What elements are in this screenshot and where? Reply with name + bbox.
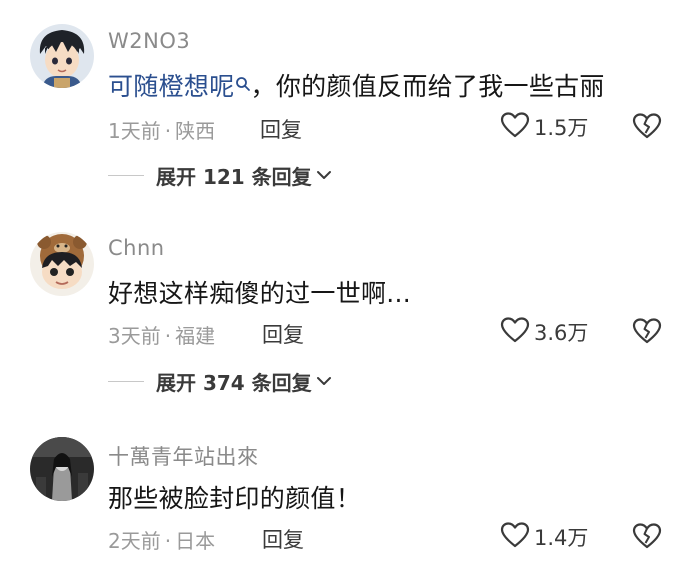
expand-replies-button[interactable]: 展开 121 条回复: [108, 161, 332, 190]
broken-heart-icon: [632, 523, 662, 554]
username[interactable]: Chnn: [108, 236, 165, 260]
broken-heart-icon: [632, 113, 662, 144]
like-button[interactable]: 1.5万: [500, 111, 588, 143]
like-button[interactable]: 3.6万: [500, 316, 588, 348]
comment-location: 日本: [175, 529, 216, 553]
comment-location: 福建: [175, 324, 216, 348]
like-button[interactable]: 1.4万: [500, 521, 588, 553]
dislike-button[interactable]: [632, 317, 662, 349]
avatar-image: [30, 437, 94, 501]
avatar-image: [30, 232, 94, 296]
avatar[interactable]: [30, 437, 94, 501]
broken-heart-icon: [632, 318, 662, 349]
divider-line: [108, 381, 144, 382]
meta-separator: ·: [164, 529, 172, 553]
like-count: 1.5万: [534, 116, 589, 140]
comment-text-rest: ，你的颜值反而给了我一些古丽: [250, 72, 605, 101]
dislike-button[interactable]: [632, 112, 662, 144]
like-count: 3.6万: [534, 321, 589, 345]
search-link[interactable]: 可随橙想呢: [108, 72, 235, 101]
avatar[interactable]: [30, 24, 94, 88]
like-count: 1.4万: [534, 526, 589, 550]
avatar-image: [30, 24, 94, 88]
username[interactable]: 十萬青年站出來: [108, 441, 259, 471]
comment-text: 可随橙想呢 ，你的颜值反而给了我一些古丽: [108, 67, 605, 103]
search-icon[interactable]: [235, 69, 251, 98]
comment-location: 陕西: [175, 119, 216, 143]
chevron-down-icon: [316, 166, 332, 185]
comment-time: 3天前: [108, 324, 161, 348]
reply-button[interactable]: 回复: [262, 524, 304, 554]
heart-outline-icon: [500, 316, 530, 348]
comment-text: 好想这样痴傻的过一世啊...: [108, 279, 412, 308]
comment-meta: 1天前 · 陕西: [108, 115, 215, 144]
reply-button[interactable]: 回复: [260, 114, 302, 144]
expand-replies-label: 展开 121 条回复: [156, 165, 312, 189]
username[interactable]: W2NO3: [108, 29, 190, 53]
expand-replies-button[interactable]: 展开 374 条回复: [108, 367, 332, 396]
heart-outline-icon: [500, 521, 530, 553]
dislike-button[interactable]: [632, 522, 662, 554]
reply-button[interactable]: 回复: [262, 319, 304, 349]
avatar[interactable]: [30, 232, 94, 296]
divider-line: [108, 175, 144, 176]
comment-time: 1天前: [108, 119, 161, 143]
heart-outline-icon: [500, 111, 530, 143]
comment-meta: 2天前 · 日本: [108, 525, 215, 554]
comment-meta: 3天前 · 福建: [108, 320, 215, 349]
expand-replies-label: 展开 374 条回复: [156, 371, 312, 395]
comment-time: 2天前: [108, 529, 161, 553]
meta-separator: ·: [164, 324, 172, 348]
meta-separator: ·: [164, 119, 172, 143]
chevron-down-icon: [316, 372, 332, 391]
comment-text: 那些被脸封印的颜值！: [108, 484, 362, 513]
